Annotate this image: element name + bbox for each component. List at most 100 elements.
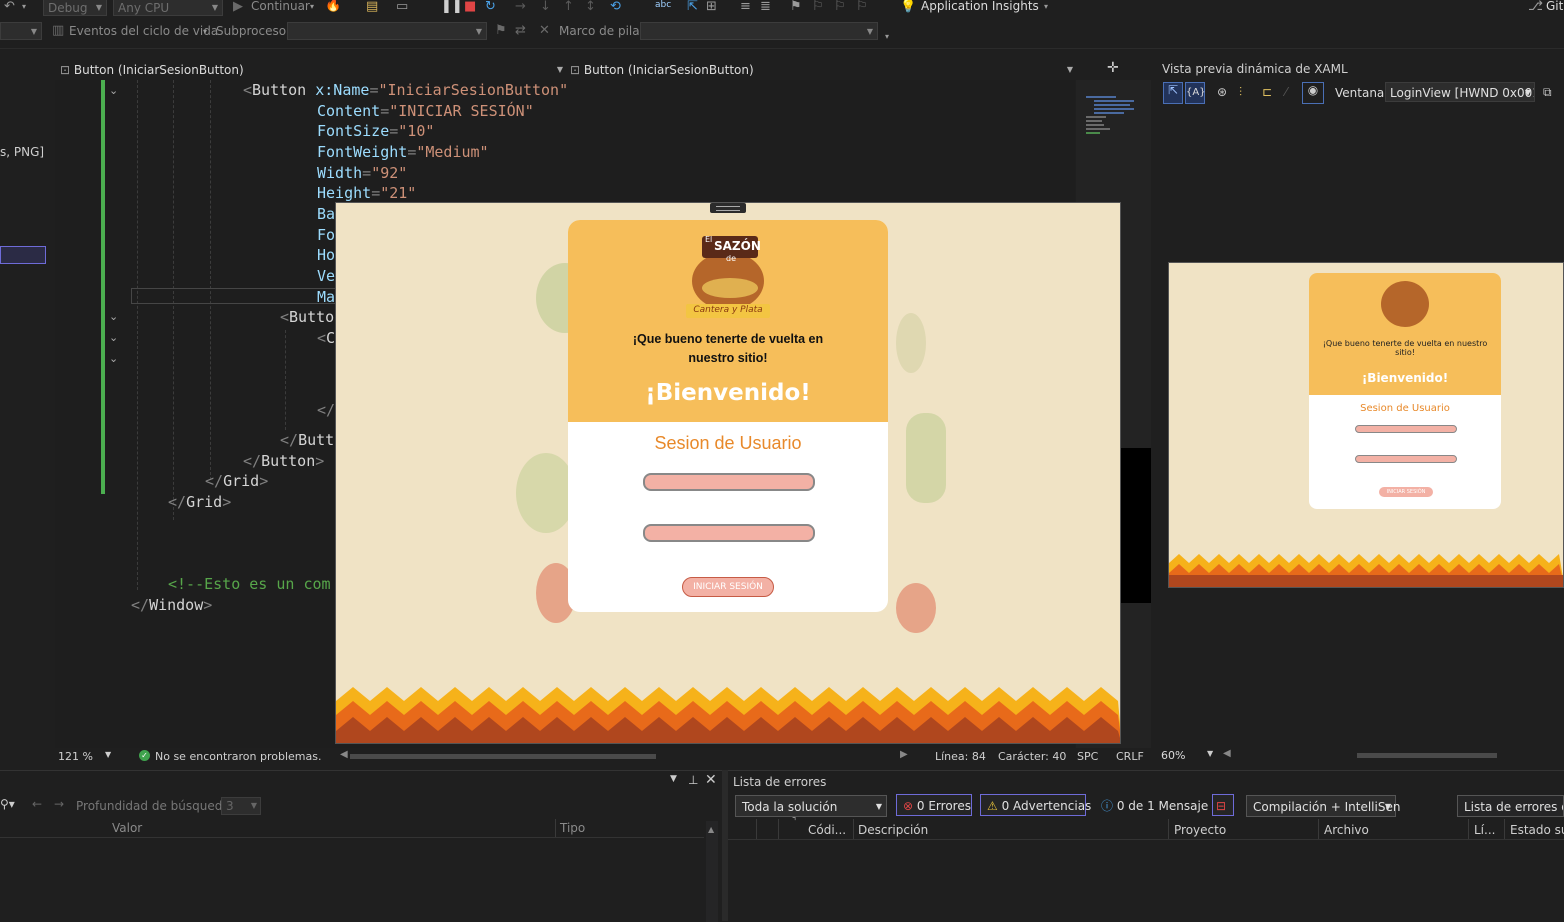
vertical-scrollbar[interactable]: ▲ xyxy=(706,821,718,922)
column-description[interactable]: Descripción xyxy=(858,821,928,839)
select-element-icon[interactable]: ⇱ xyxy=(1163,82,1183,104)
display-layout-adorners-icon[interactable]: {A} xyxy=(1185,82,1206,104)
messages-filter-button[interactable]: ⓘ 0 de 1 Mensaje xyxy=(1094,794,1208,816)
flag-icon[interactable]: ⚑ xyxy=(495,24,507,38)
chevron-down-icon[interactable]: ▼ xyxy=(105,750,111,759)
chevron-down-icon[interactable]: ▾ xyxy=(203,25,207,39)
code-line[interactable]: Width="92" xyxy=(317,163,407,184)
column-line[interactable]: Lí... xyxy=(1474,821,1495,839)
pin-icon[interactable]: ⊥ xyxy=(688,773,698,787)
window-combo[interactable]: LoginView [HWND 0x001 ▼ xyxy=(1385,82,1535,102)
code-line[interactable]: <C xyxy=(317,328,335,349)
folder-icon[interactable]: ▤ xyxy=(366,0,378,14)
collapse-icon[interactable]: ⌄ xyxy=(109,352,118,365)
errors-filter-button[interactable]: ⊗ 0 Errores xyxy=(896,794,972,816)
back-arrow-icon[interactable]: ← xyxy=(32,797,42,811)
step-back-icon[interactable]: ↕ xyxy=(585,0,596,14)
configuration-combo[interactable]: Debug ▼ xyxy=(43,0,107,16)
code-line[interactable]: Ho xyxy=(317,245,335,266)
code-line[interactable]: Content="INICIAR SESIÓN" xyxy=(317,101,534,122)
stop-icon[interactable]: ■ xyxy=(464,0,476,14)
bookmark-next-icon[interactable]: ⚐ xyxy=(834,0,846,14)
bookmark-prev-icon[interactable]: ⚐ xyxy=(812,0,824,14)
spellcheck-icon[interactable]: abc xyxy=(655,0,671,12)
chevron-down-icon[interactable]: ▾ xyxy=(310,0,314,14)
horizontal-scrollbar[interactable] xyxy=(350,754,656,759)
track-focus-icon[interactable]: ⊛ xyxy=(1217,85,1227,99)
code-line[interactable]: Ve xyxy=(317,266,335,287)
undo-icon[interactable]: ↶ xyxy=(4,0,15,14)
scroll-right-icon[interactable]: ▶ xyxy=(900,749,908,760)
ruler-icon[interactable]: ⫶ xyxy=(1239,85,1242,100)
warnings-filter-button[interactable]: ⚠ 0 Advertencias xyxy=(980,794,1091,816)
split-editor-icon[interactable]: ✛ xyxy=(1107,60,1119,76)
stack-switch-icon[interactable]: ⇄ xyxy=(515,24,526,38)
login-button[interactable]: INICIAR SESIÓN xyxy=(682,577,774,597)
scroll-left-icon[interactable]: ◀ xyxy=(340,749,348,760)
column-file[interactable]: Archivo xyxy=(1324,821,1369,839)
panel-splitter[interactable] xyxy=(722,770,728,921)
preview-scrollbar[interactable] xyxy=(1357,753,1497,758)
undo-dropdown-icon[interactable]: ▾ xyxy=(22,0,26,14)
search-icon[interactable]: ⚲▾ xyxy=(0,797,15,811)
forward-arrow-icon[interactable]: → xyxy=(54,797,64,811)
line-ending-indicator[interactable]: CRLF xyxy=(1116,750,1144,763)
step-over-icon[interactable]: → xyxy=(515,0,526,14)
diagnostics-icon[interactable]: ⟲ xyxy=(610,0,621,14)
panel-menu-icon[interactable]: ▼ xyxy=(670,774,677,784)
code-line[interactable]: <Button x:Name="IniciarSesionButton" xyxy=(243,80,568,101)
column-project[interactable]: Proyecto xyxy=(1174,821,1226,839)
chevron-down-icon[interactable]: ▼ xyxy=(1207,749,1213,758)
runtime-toolbar-handle[interactable] xyxy=(710,203,746,213)
git-icon[interactable]: ⎇ xyxy=(1528,0,1543,14)
scope-combo[interactable]: Toda la solución ▼ xyxy=(735,795,887,817)
step-into-icon[interactable]: ↓ xyxy=(540,0,551,14)
code-line[interactable]: </Button> xyxy=(243,451,324,472)
code-line[interactable]: Height="21" xyxy=(317,183,416,204)
git-button[interactable]: Git xyxy=(1546,0,1563,13)
problems-status[interactable]: No se encontraron problemas. xyxy=(155,750,321,763)
minimap-viewport[interactable] xyxy=(1121,448,1151,603)
collapse-icon[interactable]: ⌄ xyxy=(109,84,118,97)
thread-combo[interactable]: ▼ xyxy=(287,22,487,40)
detach-preview-icon[interactable]: ⧉ xyxy=(1543,85,1552,100)
build-filter-combo[interactable]: Compilación + IntelliSen ▼ xyxy=(1246,795,1400,817)
pause-icon[interactable]: ❚❚ xyxy=(441,0,463,14)
stack-frame-combo[interactable]: ▼ xyxy=(640,22,878,40)
code-line[interactable]: </Butt xyxy=(280,430,334,451)
window-icon[interactable]: ▭ xyxy=(396,0,408,14)
stack-filter-icon[interactable]: ✕ xyxy=(539,24,550,38)
hot-reload-icon[interactable]: 🔥 xyxy=(325,0,341,13)
chevron-down-icon[interactable]: ▾ xyxy=(1044,0,1048,14)
play-icon[interactable]: ▶ xyxy=(233,0,243,14)
column-suppression-state[interactable]: Estado sup xyxy=(1510,821,1564,839)
indent-icon[interactable]: ≡ xyxy=(740,0,751,14)
value-column-header[interactable]: Valor xyxy=(112,821,142,835)
code-line[interactable]: Ma xyxy=(317,287,335,308)
code-line[interactable]: FontWeight="Medium" xyxy=(317,142,489,163)
nav-scope-dropdown[interactable]: ⊡ Button (IniciarSesionButton) ▼ xyxy=(60,62,565,78)
scroll-left-icon[interactable]: ◀ xyxy=(1223,748,1231,759)
search-depth-combo[interactable]: 3 ▼ xyxy=(221,797,261,815)
code-line[interactable]: </Window> xyxy=(131,595,212,616)
outdent-icon[interactable]: ≣ xyxy=(760,0,771,14)
login-app-window[interactable]: El SAZÓN de Cantera y Plata ¡Que bueno t… xyxy=(335,202,1121,744)
bookmark-icon[interactable]: ⚑ xyxy=(790,0,802,14)
password-input[interactable] xyxy=(643,524,815,542)
code-line[interactable]: FontSize="10" xyxy=(317,121,434,142)
lightbulb-icon[interactable]: 💡 xyxy=(900,0,916,14)
selected-item[interactable] xyxy=(0,246,46,264)
collapse-icon[interactable]: ⌄ xyxy=(109,331,118,344)
zoom-level[interactable]: 121 % xyxy=(58,750,93,763)
column-code[interactable]: Códi... xyxy=(808,821,846,839)
code-line[interactable]: </ xyxy=(317,400,335,421)
preview-eye-icon[interactable]: ◉ xyxy=(1302,82,1324,104)
code-line[interactable]: </Grid> xyxy=(205,471,268,492)
binding-icon[interactable]: ⊏ xyxy=(1262,85,1272,99)
lifecycle-events-dropdown[interactable]: Eventos del ciclo de vida xyxy=(69,24,218,38)
code-line[interactable]: <!--Esto es un com xyxy=(168,574,331,595)
close-icon[interactable]: ✕ xyxy=(705,772,717,788)
select-element-icon[interactable]: ⇱ xyxy=(687,0,698,14)
whitespace-indicator[interactable]: SPC xyxy=(1077,750,1098,763)
platform-combo[interactable]: Any CPU ▼ xyxy=(113,0,223,16)
